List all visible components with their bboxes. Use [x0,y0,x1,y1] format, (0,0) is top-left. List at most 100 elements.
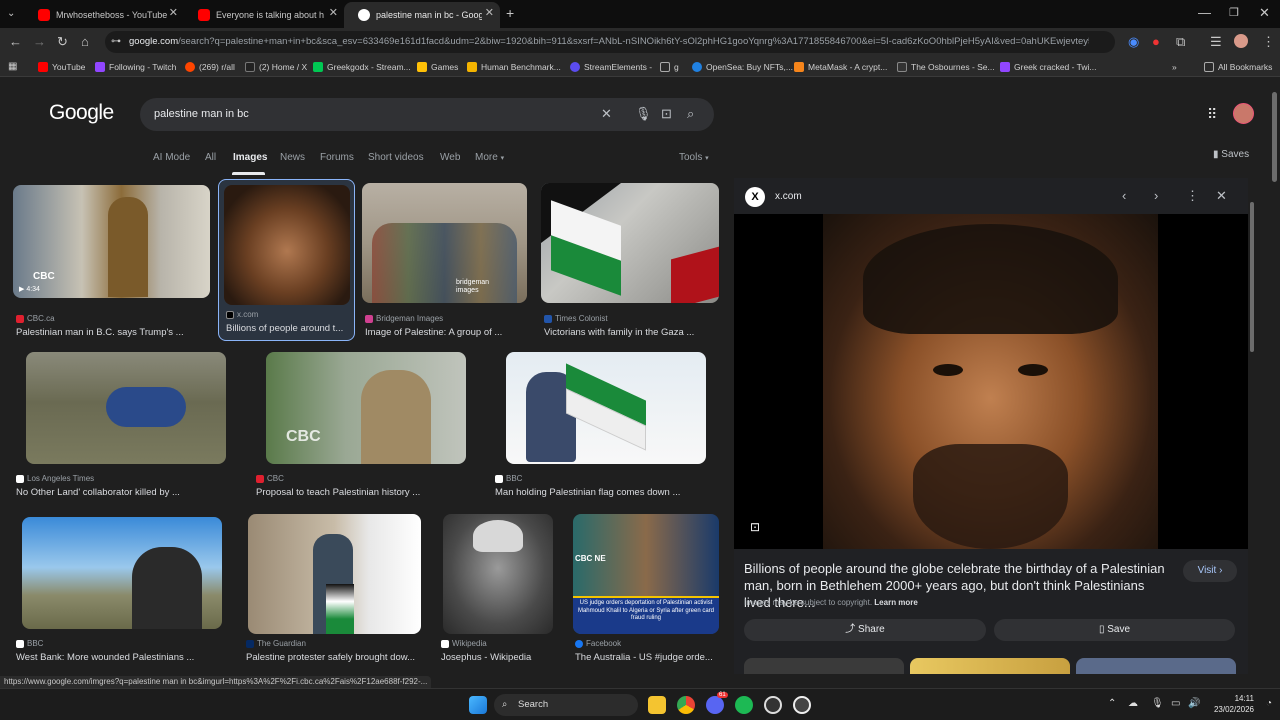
tab-web[interactable]: Web [440,152,460,163]
result-thumbnail[interactable]: bridgeman images [362,183,527,303]
result-title[interactable]: Man holding Palestinian flag comes down … [495,487,719,498]
result-title[interactable]: Proposal to teach Palestinian history ..… [256,487,476,498]
saves-button[interactable]: ▮ Saves [1213,149,1249,160]
result-thumbnail[interactable] [22,517,222,629]
bookmark-greek-cracked[interactable]: Greek cracked - Twi... [1000,59,1097,74]
app-icon-2[interactable] [793,696,811,714]
tab-ai-mode[interactable]: AI Mode [153,152,190,163]
result-thumbnail[interactable] [443,514,553,634]
file-explorer-icon[interactable] [648,696,666,714]
result-title[interactable]: Palestinian man in B.C. says Trump's ... [16,327,210,338]
tab-news[interactable]: News [280,152,305,163]
reload-icon[interactable]: ↻ [57,34,68,50]
result-card-8[interactable]: BBC West Bank: More wounded Palestinians… [16,513,236,665]
voice-search-icon[interactable]: 🎙 [635,106,652,122]
result-thumbnail[interactable] [26,352,226,464]
search-box[interactable]: palestine man in bc ✕ 🎙 ⊡ ⌕ [140,98,714,131]
extension-icon-1[interactable]: ◉ [1128,34,1139,50]
bookmark-x[interactable]: (2) Home / X [245,59,307,74]
search-icon[interactable]: ⌕ [687,106,694,122]
result-card-7[interactable]: BBC Man holding Palestinian flag comes d… [495,348,719,500]
system-clock[interactable]: 14:11 23/02/2026 [1214,693,1254,715]
previous-image-icon[interactable]: ‹ [1122,188,1126,203]
tab-search-icon[interactable]: ⌄ [7,6,15,22]
learn-more-link[interactable]: Learn more [874,598,918,607]
notification-icon[interactable]: ◔ [1266,698,1272,709]
tab-youtube-1[interactable]: Mrwhosetheboss - YouTube ✕ [24,2,184,28]
minimize-icon[interactable]: — [1198,5,1211,21]
result-title[interactable]: Victorians with family in the Gaza ... [544,327,719,338]
tools-button[interactable]: Tools ▾ [679,152,709,163]
result-title[interactable]: Billions of people around t... [226,323,350,334]
result-card-3[interactable]: bridgeman images Bridgeman Images Image … [362,183,527,338]
bookmark-games[interactable]: Games [417,59,458,74]
bookmark-osbournes[interactable]: The Osbournes - Se... [897,59,995,74]
result-title[interactable]: Josephus - Wikipedia [441,652,561,663]
microphone-icon[interactable]: 🎙 [1151,698,1164,709]
forward-icon[interactable]: → [33,34,46,50]
tab-more[interactable]: More ▾ [475,152,504,163]
result-card-11[interactable]: CBC NE US judge orders deportation of Pa… [573,513,719,665]
spotify-icon[interactable] [735,696,753,714]
bookmark-reddit[interactable]: (269) r/all [185,59,235,74]
site-info-icon[interactable]: ⊶ [111,34,121,50]
share-button[interactable]: ⤴ Share [744,619,986,641]
tray-overflow-icon[interactable]: ⌃ [1108,698,1116,709]
result-thumbnail[interactable] [541,183,719,303]
related-image-2[interactable] [910,658,1070,674]
close-tab-icon[interactable]: ✕ [169,6,178,19]
tab-all[interactable]: All [205,152,216,163]
result-card-2-selected[interactable]: x.com Billions of people around t... [218,179,355,341]
bookmark-youtube[interactable]: YouTube [38,59,85,74]
close-window-icon[interactable]: ✕ [1259,5,1270,21]
tab-youtube-2[interactable]: Everyone is talking about her. ✕ [184,2,344,28]
panel-scroll-thumb[interactable] [1250,202,1254,352]
result-thumbnail[interactable]: CBC NE US judge orders deportation of Pa… [573,514,719,634]
discord-icon[interactable] [706,696,724,714]
windows-start-icon[interactable] [469,696,487,714]
reading-list-icon[interactable]: ☰ [1210,34,1222,50]
profile-avatar-icon[interactable] [1234,34,1248,48]
clear-icon[interactable]: ✕ [601,106,612,122]
lens-icon[interactable]: ⊡ [661,106,672,122]
visit-button[interactable]: Visit › [1183,560,1237,582]
new-tab-button[interactable]: + [506,5,514,21]
close-tab-icon[interactable]: ✕ [329,6,338,19]
next-image-icon[interactable]: › [1154,188,1158,203]
network-icon[interactable]: ▭ [1171,698,1180,709]
home-icon[interactable]: ⌂ [81,34,89,50]
result-title[interactable]: West Bank: More wounded Palestinians ... [16,652,236,663]
save-button[interactable]: ▯ Save [994,619,1235,641]
bookmark-folder-g[interactable]: g [660,59,679,74]
restore-icon[interactable]: ❐ [1229,5,1239,21]
tab-images[interactable]: Images [233,152,267,163]
app-icon[interactable] [764,696,782,714]
close-tab-icon[interactable]: ✕ [485,6,494,19]
result-card-10[interactable]: Wikipedia Josephus - Wikipedia [441,513,561,665]
back-icon[interactable]: ← [9,34,22,50]
menu-kebab-icon[interactable]: ⋮ [1262,34,1275,50]
result-thumbnail[interactable] [224,185,350,305]
search-input[interactable]: palestine man in bc [154,108,249,120]
extensions-puzzle-icon[interactable]: ⧉ [1176,34,1185,50]
google-logo[interactable]: Google [49,101,114,125]
preview-image[interactable]: ⊡ [734,214,1248,549]
close-panel-icon[interactable]: ✕ [1216,188,1227,204]
address-bar[interactable]: ⊶ google.com/search?q=palestine+man+in+b… [105,31,1115,53]
result-card-4[interactable]: Times Colonist Victorians with family in… [541,183,719,338]
result-card-5[interactable]: Los Angeles Times No Other Land' collabo… [16,348,236,500]
tab-google-search[interactable]: palestine man in bc - Google S ✕ [344,2,500,28]
panel-source[interactable]: x.com [775,191,802,202]
result-title[interactable]: Palestine protester safely brought dow..… [246,652,422,663]
panel-scrollbar[interactable] [1249,188,1255,673]
result-card-1[interactable]: CBC ▶ 4:34 CBC.ca Palestinian man in B.C… [13,185,210,340]
taskbar-search[interactable]: ⌕ Search [494,694,638,716]
result-thumbnail[interactable] [248,514,421,634]
more-options-icon[interactable]: ⋮ [1186,188,1199,204]
bookmark-greekgodx[interactable]: Greekgodx - Stream... [313,59,411,74]
page-scrollbar[interactable] [1270,80,1280,676]
all-bookmarks[interactable]: All Bookmarks [1204,59,1272,74]
chevron-more-icon[interactable]: » [1172,59,1177,74]
chrome-icon[interactable] [677,696,695,714]
result-thumbnail[interactable]: CBC ▶ 4:34 [13,185,210,298]
